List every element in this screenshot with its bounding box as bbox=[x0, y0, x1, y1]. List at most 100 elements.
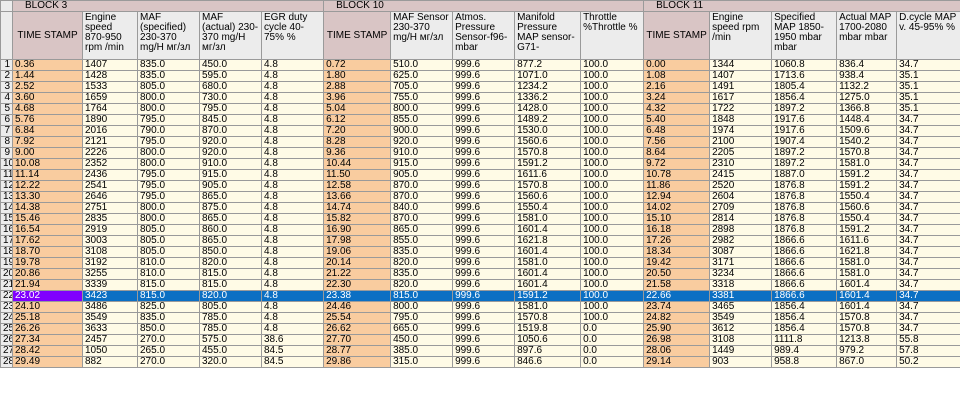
row-number[interactable]: 27 bbox=[0, 345, 13, 357]
row-number[interactable]: 16 bbox=[0, 224, 13, 236]
timestamp-column-header[interactable]: TIME STAMP bbox=[323, 11, 392, 60]
value-cell[interactable]: 1856.4 bbox=[771, 301, 838, 313]
value-cell[interactable]: 999.6 bbox=[452, 268, 516, 280]
value-cell[interactable]: 4.8 bbox=[260, 202, 325, 214]
value-cell[interactable]: 34.7 bbox=[896, 268, 960, 280]
value-cell[interactable]: 755.0 bbox=[390, 92, 454, 104]
value-cell[interactable]: 835.0 bbox=[137, 312, 200, 324]
value-cell[interactable]: 4.8 bbox=[260, 103, 325, 115]
timestamp-cell[interactable]: 6.12 bbox=[323, 114, 392, 126]
value-cell[interactable]: 999.6 bbox=[452, 334, 516, 346]
value-cell[interactable]: 84.5 bbox=[260, 345, 325, 357]
value-cell[interactable]: 870.0 bbox=[390, 191, 454, 203]
value-cell[interactable]: 870.0 bbox=[199, 125, 262, 137]
value-cell[interactable]: 100.0 bbox=[580, 103, 645, 115]
value-cell[interactable]: 999.6 bbox=[452, 202, 516, 214]
value-cell[interactable]: 999.6 bbox=[452, 257, 516, 269]
value-cell[interactable]: 999.6 bbox=[452, 147, 516, 159]
value-cell[interactable]: 1449 bbox=[709, 345, 773, 357]
value-cell[interactable]: 1448.4 bbox=[836, 114, 898, 126]
value-cell[interactable]: 34.7 bbox=[896, 224, 960, 236]
value-cell[interactable]: 999.6 bbox=[452, 224, 516, 236]
row-number[interactable]: 11 bbox=[0, 169, 13, 181]
row-number[interactable]: 24 bbox=[0, 312, 13, 324]
value-cell[interactable]: 100.0 bbox=[580, 92, 645, 104]
value-cell[interactable]: 4.8 bbox=[260, 81, 325, 93]
table-row[interactable]: 8 7.92 2121 795.0 920.0 4.8 8.28 920.0 999.6 1560… bbox=[0, 136, 960, 148]
value-cell[interactable]: 100.0 bbox=[580, 169, 645, 181]
block-10-label[interactable]: BLOCK 10 bbox=[323, 0, 645, 12]
row-number[interactable]: 28 bbox=[0, 356, 13, 368]
timestamp-cell[interactable]: 12.58 bbox=[323, 180, 392, 192]
value-cell[interactable]: 575.0 bbox=[199, 334, 262, 346]
row-number[interactable]: 5 bbox=[0, 103, 13, 115]
value-cell[interactable]: 4.8 bbox=[260, 180, 325, 192]
table-row[interactable]: 2526.263633850.0785.04.826.62665.0999.61… bbox=[0, 323, 960, 335]
value-cell[interactable]: 1907.4 bbox=[771, 136, 838, 148]
value-cell[interactable]: 1601.4 bbox=[514, 279, 582, 291]
value-cell[interactable]: 100.0 bbox=[580, 224, 645, 236]
timestamp-cell[interactable]: 10.44 bbox=[323, 158, 392, 170]
value-cell[interactable]: 1570.8 bbox=[836, 323, 898, 335]
value-cell[interactable]: 850.0 bbox=[137, 323, 200, 335]
value-cell[interactable]: 820.0 bbox=[199, 257, 262, 269]
value-cell[interactable]: 795.0 bbox=[390, 312, 454, 324]
value-cell[interactable]: 100.0 bbox=[580, 81, 645, 93]
row-number[interactable]: 10 bbox=[0, 158, 13, 170]
row-number[interactable]: 2 bbox=[0, 70, 13, 82]
value-cell[interactable]: 100.0 bbox=[580, 114, 645, 126]
value-cell[interactable]: 705.0 bbox=[390, 81, 454, 93]
value-cell[interactable]: 4.8 bbox=[260, 213, 325, 225]
value-cell[interactable]: 835.0 bbox=[390, 246, 454, 258]
value-cell[interactable]: 820.0 bbox=[390, 279, 454, 291]
timestamp-column-header[interactable]: TIME STAMP bbox=[643, 11, 711, 60]
value-cell[interactable]: 915.0 bbox=[199, 169, 262, 181]
value-cell[interactable]: 4.8 bbox=[260, 323, 325, 335]
value-cell[interactable]: 815.0 bbox=[390, 290, 454, 302]
table-row[interactable]: 3 2.52 1533 805.0 680.0 4.8 2.88 705.0 999.6 1234… bbox=[0, 81, 960, 93]
value-cell[interactable]: 2541 bbox=[82, 180, 138, 192]
value-cell[interactable]: 34.7 bbox=[896, 257, 960, 269]
value-cell[interactable]: 1659 bbox=[82, 92, 138, 104]
value-cell[interactable]: 835.0 bbox=[390, 268, 454, 280]
value-cell[interactable]: 1581.0 bbox=[514, 257, 582, 269]
value-cell[interactable]: 3234 bbox=[709, 268, 773, 280]
value-cell[interactable]: 1601.4 bbox=[514, 224, 582, 236]
value-cell[interactable]: 850.0 bbox=[199, 246, 262, 258]
value-cell[interactable]: 1550.4 bbox=[514, 202, 582, 214]
timestamp-cell[interactable]: 24.82 bbox=[643, 312, 711, 324]
table-row[interactable]: 1717.623003805.0865.04.817.98855.0999.61… bbox=[0, 235, 960, 247]
value-cell[interactable]: 1050 bbox=[82, 345, 138, 357]
value-cell[interactable]: 450.0 bbox=[199, 59, 262, 71]
value-cell[interactable]: 100.0 bbox=[580, 59, 645, 71]
value-cell[interactable]: 958.8 bbox=[771, 356, 838, 368]
timestamp-cell[interactable]: 13.30 bbox=[12, 191, 83, 203]
value-cell[interactable]: 1581.0 bbox=[836, 268, 898, 280]
value-cell[interactable]: 100.0 bbox=[580, 235, 645, 247]
timestamp-cell[interactable]: 6.48 bbox=[643, 125, 711, 137]
value-cell[interactable]: 815.0 bbox=[199, 268, 262, 280]
timestamp-cell[interactable]: 2.52 bbox=[12, 81, 83, 93]
value-cell[interactable]: 999.6 bbox=[452, 279, 516, 291]
value-cell[interactable]: 999.6 bbox=[452, 59, 516, 71]
value-cell[interactable]: 1581.0 bbox=[836, 257, 898, 269]
value-cell[interactable]: 35.1 bbox=[896, 103, 960, 115]
timestamp-cell[interactable]: 16.90 bbox=[323, 224, 392, 236]
value-cell[interactable]: 100.0 bbox=[580, 158, 645, 170]
value-cell[interactable]: 1428 bbox=[82, 70, 138, 82]
value-cell[interactable]: 34.7 bbox=[896, 290, 960, 302]
timestamp-cell[interactable]: 29.86 bbox=[323, 356, 392, 368]
value-cell[interactable]: 4.8 bbox=[260, 147, 325, 159]
table-row[interactable]: 5 4.68 1764 800.0 795.0 4.8 5.04 800.0 999.6 1428… bbox=[0, 103, 960, 115]
value-cell[interactable]: 34.7 bbox=[896, 202, 960, 214]
timestamp-cell[interactable]: 9.36 bbox=[323, 147, 392, 159]
timestamp-cell[interactable]: 20.50 bbox=[643, 268, 711, 280]
value-cell[interactable]: 730.0 bbox=[199, 92, 262, 104]
value-cell[interactable]: 999.6 bbox=[452, 180, 516, 192]
value-cell[interactable]: 2100 bbox=[709, 136, 773, 148]
timestamp-cell[interactable]: 17.62 bbox=[12, 235, 83, 247]
timestamp-cell[interactable]: 28.06 bbox=[643, 345, 711, 357]
value-cell[interactable]: 0.0 bbox=[580, 323, 645, 335]
value-cell[interactable]: 999.6 bbox=[452, 312, 516, 324]
value-cell[interactable]: 1856.4 bbox=[771, 312, 838, 324]
